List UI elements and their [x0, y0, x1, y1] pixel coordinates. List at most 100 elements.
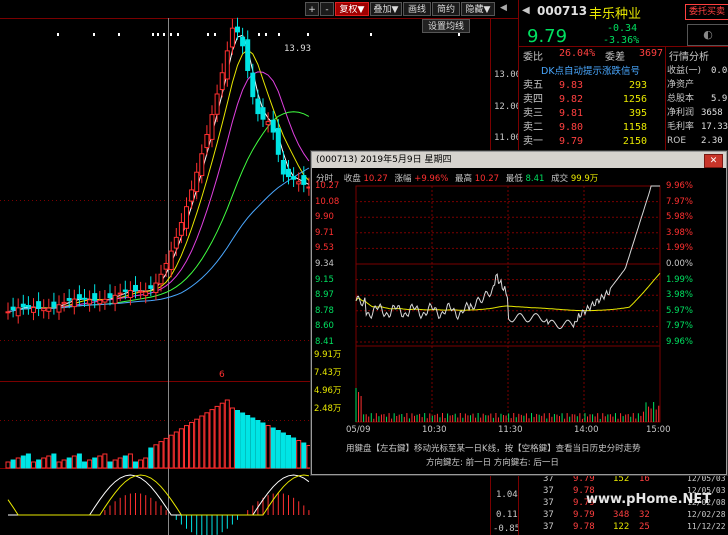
volume-bar [219, 402, 225, 469]
settings-ma-button[interactable]: 设置均线 [422, 19, 470, 33]
hide-button[interactable]: 隐藏▼ [461, 2, 495, 16]
candle [25, 305, 31, 308]
watermark: www.pHome.NET [586, 492, 712, 507]
volume-bar [224, 399, 230, 469]
volume-bar [41, 457, 47, 469]
simple-mode-button[interactable]: 简约 [432, 2, 460, 16]
event-marker [265, 33, 267, 36]
volume-bar [153, 444, 159, 469]
fin-row: 收益(一)0.08 [667, 66, 728, 76]
volume-bar [25, 453, 31, 469]
stock-name: 丰乐种业 [589, 7, 642, 22]
tick-date: 12/02/28 [687, 510, 726, 519]
event-marker [177, 33, 179, 36]
candle [194, 171, 200, 193]
time-tick-label: 14:00 [574, 425, 599, 435]
candle [82, 297, 87, 300]
volume-bar [168, 434, 174, 469]
zoom-out-button[interactable]: - [320, 2, 334, 16]
zoom-in-button[interactable]: + [305, 2, 319, 16]
tick-row: 37 9.78 122 25 [543, 522, 650, 532]
volume-marker: 6 [219, 370, 225, 380]
candle [270, 119, 276, 133]
intraday-popup[interactable]: (000713) 2019年5月9日 星期四 ✕ 分时 收盘 10.27 涨幅 … [311, 151, 727, 475]
pct-tick-label: 1.99% [666, 243, 694, 254]
draw-line-button[interactable]: 画线 [403, 2, 431, 16]
macd-line [8, 474, 310, 516]
candle [209, 114, 215, 140]
pct-tick-label: 7.97% [666, 321, 694, 332]
back-icon[interactable]: ◀ [522, 5, 530, 16]
adjust-price-button[interactable]: 复权▼ [335, 2, 369, 16]
chart-toggle-button[interactable]: ◐ [687, 24, 728, 46]
price-tick-label: 9.90 [315, 212, 334, 223]
volume-bar [66, 457, 72, 469]
volume-bar [209, 409, 215, 469]
volume-bar [61, 459, 67, 469]
candle [153, 282, 159, 294]
popup-hint-line1: 用鍵盘【左右鍵】移动光标至某一日K线，按【空格鍵】查看当日历史分时走势 [346, 444, 641, 454]
event-marker [93, 33, 95, 36]
volume-bar [102, 453, 108, 469]
event-marker [207, 33, 209, 36]
moving-average-line [7, 34, 310, 313]
fin-title[interactable]: 行情分析 [669, 48, 709, 63]
weicha-value: 3697 [639, 48, 664, 59]
ask-row: 卖四 9.82 1256 [523, 94, 647, 105]
candle [71, 298, 77, 308]
candle [36, 301, 42, 309]
candle [31, 307, 36, 313]
volume-bar [143, 457, 149, 469]
volume-bar [56, 461, 62, 469]
time-tick-label: 11:30 [498, 425, 523, 435]
candle [46, 307, 52, 312]
volume-bar [10, 459, 16, 469]
volume-bar [122, 455, 128, 469]
candle [291, 176, 297, 180]
candle [92, 293, 98, 301]
candle [61, 301, 67, 305]
candle [229, 27, 235, 48]
event-marker [214, 33, 216, 36]
volume-bar [71, 455, 77, 469]
weibi-label: 委比 [523, 52, 543, 63]
candle [204, 134, 210, 149]
price-tick-label: 9.53 [315, 243, 334, 254]
price-tick-label: 9.71 [315, 227, 334, 238]
last-price: 9.79 [527, 26, 568, 47]
scroll-left-icon[interactable]: ◀ [500, 3, 510, 15]
event-marker [170, 33, 172, 36]
volume-bar [138, 459, 144, 469]
signal-label[interactable]: DK点自动提示涨跌信号 [541, 63, 640, 77]
candle [97, 299, 103, 305]
volume-bar [204, 412, 210, 469]
volume-bar [235, 410, 240, 469]
moving-average-line [7, 111, 310, 313]
volume-bar [296, 440, 302, 469]
event-marker [307, 33, 309, 36]
overlay-button[interactable]: 叠加▼ [370, 2, 402, 16]
fin-row: ROE 2.30 [667, 136, 723, 146]
volume-bar [301, 442, 307, 469]
volume-bar [163, 437, 169, 469]
volume-bar [76, 453, 82, 469]
pct-tick-label: 3.98% [666, 290, 694, 301]
time-tick-label: 15:00 [646, 425, 671, 435]
volume-bar [112, 459, 118, 469]
volume-bar [92, 457, 98, 469]
volume-bar [51, 453, 57, 469]
macd-tick: -0.85 [493, 524, 521, 534]
candle [240, 36, 246, 47]
event-marker [258, 33, 260, 36]
tick-row: 37 9.79 152 16 [543, 474, 650, 484]
price-tick-label: 9.34 [315, 259, 334, 269]
entrust-button[interactable]: 委托买卖 [685, 4, 728, 20]
volume-bar [275, 430, 281, 469]
candle [173, 236, 179, 249]
event-marker [152, 33, 154, 36]
price-tick-label: 8.97 [315, 290, 334, 301]
candle [5, 311, 11, 314]
fin-row: 总股本 5.9 [667, 94, 728, 104]
candle [184, 206, 189, 229]
candle [286, 168, 291, 178]
